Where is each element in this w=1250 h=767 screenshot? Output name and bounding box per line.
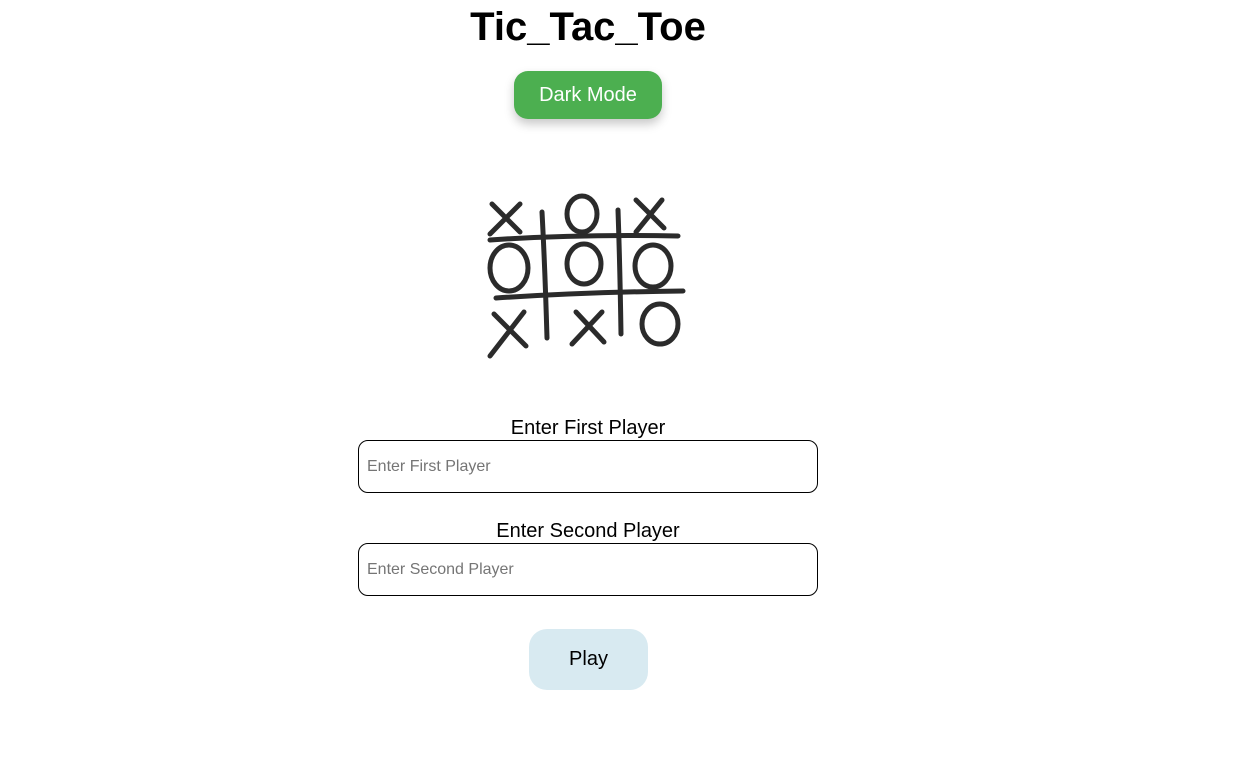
grid-line-horizontal-top	[487, 233, 681, 243]
o-mark-icon	[487, 242, 531, 294]
tic-tac-toe-board-image	[487, 193, 686, 359]
o-mark-icon	[639, 301, 681, 347]
board-marks	[487, 193, 681, 359]
second-player-label: Enter Second Player	[496, 520, 680, 542]
grid-line-vertical-right	[615, 207, 624, 337]
dark-mode-button[interactable]: Dark Mode	[514, 71, 662, 119]
o-mark-icon	[564, 193, 600, 235]
x-mark-icon	[569, 309, 607, 347]
first-player-input[interactable]	[358, 440, 818, 493]
x-mark-icon	[487, 309, 529, 359]
o-mark-icon	[564, 241, 604, 287]
x-mark-icon	[487, 201, 523, 237]
first-player-label: Enter First Player	[510, 417, 666, 439]
grid-line-vertical-left	[539, 209, 550, 341]
page-title: Tic_Tac_Toe	[470, 5, 706, 49]
second-player-input[interactable]	[358, 543, 818, 596]
o-mark-icon	[632, 242, 674, 290]
x-mark-icon	[633, 197, 667, 235]
play-button[interactable]: Play	[529, 629, 648, 690]
page-root: Tic_Tac_Toe Dark Mode Enter First Player…	[0, 0, 1250, 767]
grid-line-horizontal-bottom	[493, 288, 686, 301]
